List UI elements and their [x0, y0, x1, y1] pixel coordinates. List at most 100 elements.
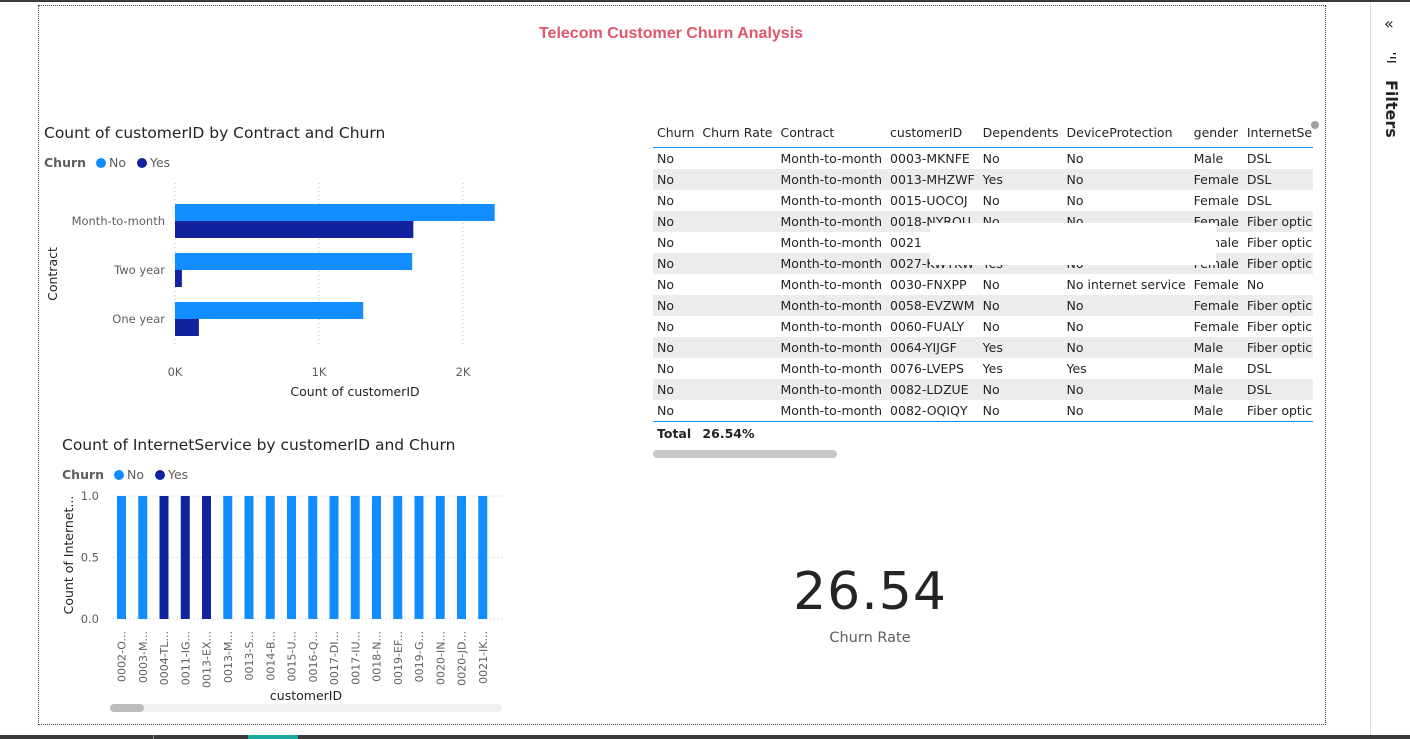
bar-no[interactable] [175, 302, 364, 319]
column-no[interactable] [308, 496, 318, 619]
column-header[interactable]: DeviceProtection [1062, 118, 1190, 148]
scrollbar-thumb[interactable] [653, 450, 837, 458]
column-no[interactable] [393, 496, 403, 619]
table-cell: No [1066, 319, 1084, 334]
bar-no[interactable] [175, 253, 413, 270]
column-no[interactable] [372, 496, 381, 619]
customer-table[interactable]: Churn Churn Rate Contract customerID Depende… [653, 118, 1313, 458]
x-axis-title: Count of customerID [290, 384, 419, 399]
table-row[interactable]: No Month-to-month 0058-EVZWM No No Female Fibe… [653, 295, 1313, 316]
active-page-tab[interactable] [248, 735, 298, 739]
bar-yes[interactable] [175, 270, 182, 287]
legend-no-dot[interactable] [114, 470, 125, 480]
legend-no-label[interactable]: No [127, 467, 144, 482]
table-cell: Male [1189, 379, 1243, 400]
table-cell: Male [1193, 403, 1224, 418]
table-row[interactable]: No Month-to-month 0015-UOCOJ No No Female DSL [653, 190, 1313, 211]
table-cell: Fiber optic [1242, 337, 1313, 358]
table-cell [698, 148, 776, 170]
table-cell: Female [1189, 295, 1243, 316]
category-label: 0020-IN... [434, 631, 447, 685]
table-cell: Female [1189, 169, 1243, 190]
bar-no[interactable] [175, 204, 495, 221]
table-cell [886, 421, 979, 445]
table-cell [1062, 421, 1190, 445]
table-cell: Month-to-month [776, 169, 887, 190]
table-cell: No [657, 235, 674, 250]
filters-label[interactable]: Filters [1382, 80, 1401, 138]
internet-chart-legend: Churn No Yes [62, 467, 195, 482]
column-header[interactable]: gender [1189, 118, 1243, 148]
table-vertical-scrollbar[interactable] [1311, 121, 1319, 129]
column-no[interactable] [414, 496, 424, 619]
table-cell: No internet service [1066, 277, 1186, 292]
chart-horizontal-scrollbar[interactable] [110, 704, 502, 712]
table-cell: No [657, 361, 674, 376]
y-tick-label: 0.5 [81, 551, 99, 565]
legend-title: Churn [44, 155, 87, 170]
column-no[interactable] [457, 496, 466, 619]
column-no[interactable] [329, 496, 339, 619]
table-cell: No [657, 319, 674, 334]
table-row[interactable]: No Month-to-month 0060-FUALY No No Female Fibe… [653, 316, 1313, 337]
bottom-bar [0, 735, 1410, 739]
column-yes[interactable] [202, 496, 211, 619]
column-yes[interactable] [180, 496, 190, 619]
legend-no-dot[interactable] [96, 158, 107, 168]
table-row[interactable]: No Month-to-month 0013-MHZWF Yes No Female DSL [653, 169, 1313, 190]
table-row[interactable]: No Month-to-month 0082-LDZUE No No Male DSL [653, 379, 1313, 400]
column-header[interactable]: Dependents [978, 118, 1063, 148]
table-row[interactable]: No Month-to-month 0030-FNXPP No No internet … [653, 274, 1313, 295]
table-cell: No [1066, 151, 1084, 166]
table-horizontal-scrollbar[interactable] [653, 450, 1313, 458]
column-no[interactable] [244, 496, 254, 619]
table-cell: Yes [982, 361, 1003, 376]
table-cell: Month-to-month [776, 211, 887, 232]
column-header[interactable]: InternetSe [1242, 118, 1313, 148]
table-cell: No [653, 337, 699, 358]
category-label: 0019-G... [413, 631, 426, 682]
table-cell: Female [1193, 193, 1239, 208]
table-cell: No [653, 169, 699, 190]
column-no[interactable] [478, 496, 488, 619]
table-row[interactable]: No Month-to-month 0003-MKNFE No No Male DSL [653, 148, 1313, 170]
category-label: 0021-IK... [477, 631, 490, 684]
internet-column-chart[interactable]: 0.0 0.5 1.0 0002-O... 0003-M... 0004-TL... 001… [56, 485, 516, 707]
table-cell [978, 421, 1063, 445]
table-cell [698, 253, 777, 274]
table-cell: DSL [1246, 361, 1272, 376]
table-row[interactable]: No Month-to-month 0082-OQIQY No No Male Fiber … [653, 400, 1313, 422]
column-no[interactable] [287, 496, 296, 619]
bar-yes[interactable] [175, 319, 199, 336]
column-header[interactable]: Churn [653, 118, 699, 148]
table-cell: 0064-YIJGF [886, 337, 979, 358]
table-cell: Month-to-month [780, 403, 883, 418]
legend-no-label[interactable]: No [109, 155, 126, 170]
column-header[interactable]: Churn Rate [698, 118, 777, 148]
category-label: 0018-N... [371, 631, 384, 682]
column-header[interactable]: customerID [886, 118, 979, 148]
bar-yes[interactable] [175, 221, 414, 238]
column-no[interactable] [350, 496, 360, 619]
category-label: 0003-M... [137, 631, 150, 683]
column-no[interactable] [265, 496, 275, 619]
legend-yes-label[interactable]: Yes [168, 467, 188, 482]
column-no[interactable] [117, 496, 126, 619]
collapse-chevron-icon[interactable]: « [1384, 14, 1394, 33]
table-row[interactable]: No Month-to-month 0064-YIJGF Yes No Male Fiber… [653, 337, 1313, 358]
y-axis-title: Count of Internet... [61, 496, 76, 615]
table-cell: No [982, 193, 1000, 208]
column-no[interactable] [223, 496, 233, 619]
legend-yes-dot[interactable] [137, 158, 148, 168]
contract-bar-chart[interactable]: 0K 1K 2K Month-to-month Two year One year Coun… [40, 178, 560, 403]
scrollbar-thumb[interactable] [110, 704, 144, 712]
column-no[interactable] [435, 496, 445, 619]
column-no[interactable] [138, 496, 148, 619]
table-row[interactable]: No Month-to-month 0076-LVEPS Yes Yes Male DSL [653, 358, 1313, 379]
legend-yes-label[interactable]: Yes [150, 155, 170, 170]
legend-yes-dot[interactable] [155, 470, 166, 480]
table-cell: No [653, 295, 699, 316]
column-yes[interactable] [159, 496, 169, 619]
column-header[interactable]: Contract [776, 118, 887, 148]
table-cell [698, 274, 776, 295]
